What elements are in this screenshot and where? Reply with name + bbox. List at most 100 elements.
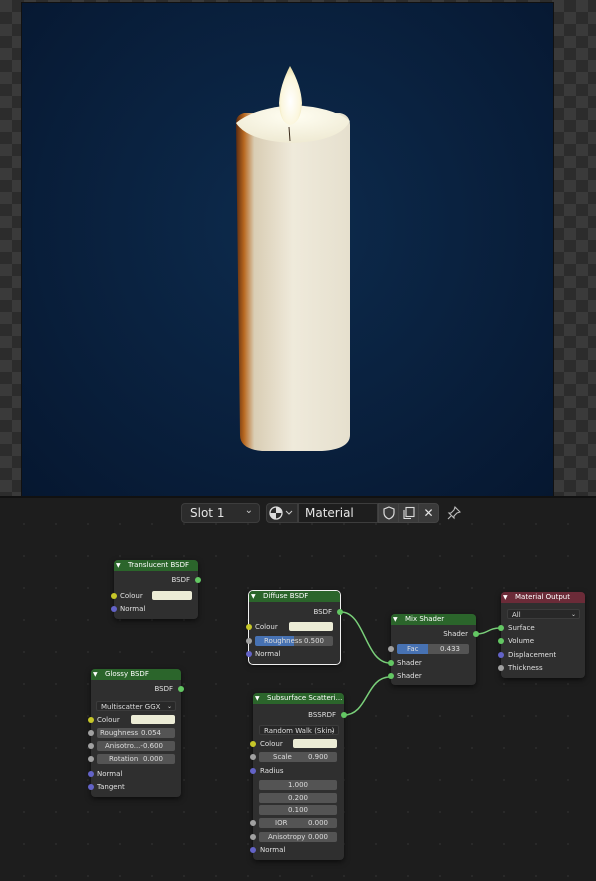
input-socket[interactable]	[250, 741, 256, 747]
node-mix-shader[interactable]: ▼ Mix Shader Shader Fac 0.433 Shader Shade…	[388, 614, 479, 685]
input-socket[interactable]	[88, 756, 94, 762]
node-header[interactable]: ▼ Mix Shader	[391, 614, 476, 625]
field-label: IOR	[275, 819, 288, 827]
collapse-arrow-icon[interactable]: ▼	[116, 560, 121, 571]
node-header[interactable]: ▼ Glossy BSDF	[91, 669, 181, 680]
target-dropdown[interactable]: All ⌄	[507, 609, 580, 619]
link-sss-to-mix	[343, 676, 391, 716]
input-socket[interactable]	[111, 606, 117, 612]
colour-swatch[interactable]	[289, 622, 333, 631]
node-diffuse-bsdf[interactable]: ▼ Diffuse BSDF BSDF Colour Roughness 0.500…	[246, 590, 343, 665]
input-label: Shader	[397, 659, 422, 667]
node-title: Material Output	[515, 593, 570, 601]
output-socket[interactable]	[337, 609, 343, 615]
node-subsurface-scattering[interactable]: ▼ Subsurface Scatteri... BSSRDF Random Wa…	[250, 693, 347, 860]
chevron-down-icon: ⌄	[570, 611, 576, 618]
field-value: 1.000	[287, 781, 309, 789]
chevron-down-icon: ⌄	[166, 703, 172, 710]
anisotropy-slider[interactable]: Anisotro... -0.600	[97, 741, 175, 751]
node-translucent-bsdf[interactable]: ▼ Translucent BSDF BSDF Colour Normal	[111, 560, 201, 619]
input-socket[interactable]	[88, 717, 94, 723]
input-label: Normal	[97, 770, 123, 778]
node-header[interactable]: ▼ Diffuse BSDF	[249, 591, 340, 602]
output-socket[interactable]	[178, 686, 184, 692]
input-socket[interactable]	[88, 771, 94, 777]
input-socket[interactable]	[498, 652, 504, 658]
colour-swatch[interactable]	[293, 739, 337, 748]
input-socket[interactable]	[250, 768, 256, 774]
input-socket[interactable]	[88, 743, 94, 749]
collapse-arrow-icon[interactable]: ▼	[393, 614, 398, 625]
node-header[interactable]: ▼ Material Output	[501, 592, 585, 603]
input-socket[interactable]	[246, 651, 252, 657]
colour-swatch[interactable]	[152, 591, 192, 600]
input-label: Shader	[397, 672, 422, 680]
input-socket[interactable]	[250, 834, 256, 840]
dropdown-value: Random Walk (Skin)	[264, 727, 335, 735]
collapse-arrow-icon[interactable]: ▼	[255, 693, 260, 704]
field-value: 0.200	[287, 794, 309, 802]
output-label: Shader	[443, 630, 468, 638]
input-label: Volume	[508, 637, 535, 645]
input-socket[interactable]	[250, 754, 256, 760]
distribution-dropdown[interactable]: Multiscatter GGX ⌄	[96, 701, 176, 711]
collapse-arrow-icon[interactable]: ▼	[503, 592, 508, 603]
roughness-slider[interactable]: Roughness 0.500	[255, 636, 333, 646]
input-socket[interactable]	[498, 665, 504, 671]
node-header[interactable]: ▼ Translucent BSDF	[114, 560, 198, 571]
method-dropdown[interactable]: Random Walk (Skin) ⌄	[259, 725, 339, 735]
input-socket[interactable]	[88, 730, 94, 736]
ior-slider[interactable]: IOR 0.000	[259, 818, 337, 828]
input-label: Colour	[120, 592, 143, 600]
input-socket[interactable]	[246, 638, 252, 644]
output-label: BSSRDF	[308, 711, 336, 719]
input-socket[interactable]	[88, 784, 94, 790]
collapse-arrow-icon[interactable]: ▼	[93, 669, 98, 680]
field-label: Fac	[407, 645, 419, 653]
input-socket[interactable]	[246, 624, 252, 630]
node-header[interactable]: ▼ Subsurface Scatteri...	[253, 693, 344, 704]
field-value: 0.000	[142, 755, 163, 763]
field-value: 0.054	[140, 729, 161, 737]
roughness-slider[interactable]: Roughness 0.054	[97, 728, 175, 738]
radius-x-field[interactable]: 1.000	[259, 780, 337, 790]
field-label: Anisotro...	[105, 742, 141, 750]
input-label: Normal	[120, 605, 146, 613]
input-label: Displacement	[508, 651, 557, 659]
input-socket[interactable]	[498, 638, 504, 644]
node-title: Glossy BSDF	[105, 670, 149, 678]
rotation-slider[interactable]: Rotation 0.000	[97, 754, 175, 764]
input-label: Colour	[260, 740, 283, 748]
field-label: Scale	[273, 753, 292, 761]
field-label: Roughness	[100, 729, 139, 737]
input-socket[interactable]	[250, 847, 256, 853]
field-label: Rotation	[109, 755, 139, 763]
input-socket[interactable]	[388, 646, 394, 652]
output-socket[interactable]	[473, 631, 479, 637]
dropdown-value: Multiscatter GGX	[101, 703, 161, 711]
link-diffuse-to-mix	[340, 611, 391, 664]
fac-slider[interactable]: Fac 0.433	[397, 644, 469, 654]
collapse-arrow-icon[interactable]: ▼	[251, 591, 256, 602]
input-socket[interactable]	[498, 625, 504, 631]
anisotropy-slider[interactable]: Anisotropy 0.000	[259, 832, 337, 842]
input-socket[interactable]	[111, 593, 117, 599]
field-value: 0.900	[307, 753, 328, 761]
output-socket[interactable]	[341, 712, 347, 718]
input-socket[interactable]	[388, 673, 394, 679]
node-glossy-bsdf[interactable]: ▼ Glossy BSDF BSDF Multiscatter GGX ⌄ Colo…	[88, 669, 184, 797]
output-socket[interactable]	[195, 577, 201, 583]
output-label: BSDF	[154, 685, 173, 693]
input-socket[interactable]	[388, 660, 394, 666]
node-title: Subsurface Scatteri...	[267, 694, 343, 702]
field-value: 0.500	[303, 637, 324, 645]
field-value: 0.000	[307, 833, 328, 841]
colour-swatch[interactable]	[131, 715, 175, 724]
node-material-output[interactable]: ▼ Material Output All ⌄ Surface Volume Dis…	[498, 592, 585, 678]
radius-y-field[interactable]: 0.200	[259, 793, 337, 803]
scale-slider[interactable]: Scale 0.900	[259, 752, 337, 762]
input-socket[interactable]	[250, 820, 256, 826]
input-label: Surface	[508, 624, 535, 632]
input-label: Colour	[97, 716, 120, 724]
radius-z-field[interactable]: 0.100	[259, 805, 337, 815]
